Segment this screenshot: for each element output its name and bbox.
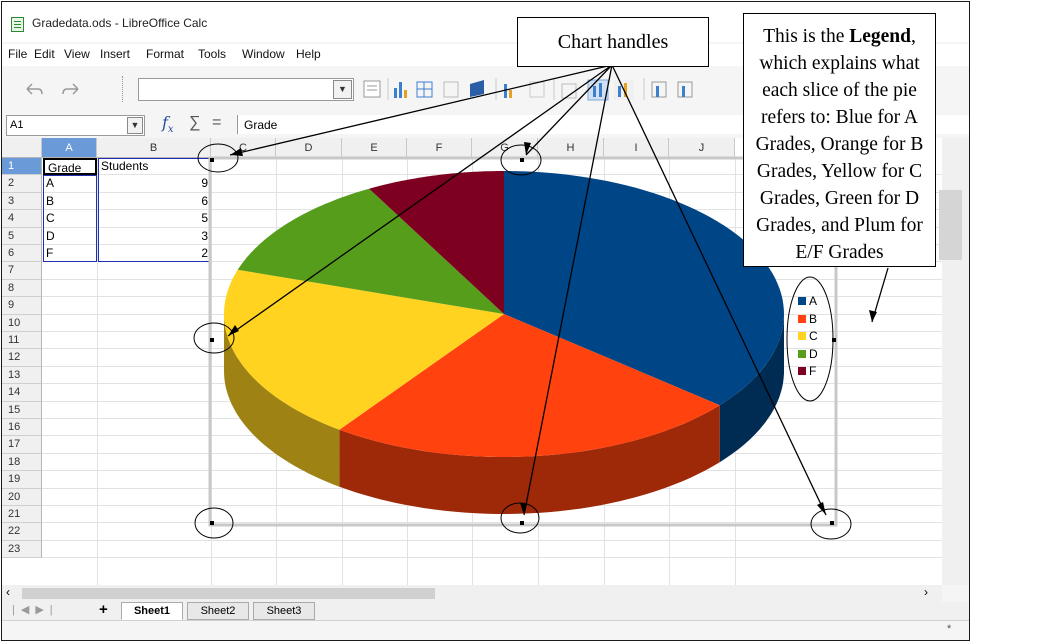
legend-label: C bbox=[809, 329, 818, 343]
legend-callout-text: , which explains what each slice of the … bbox=[755, 26, 924, 263]
legend-item-a: A bbox=[798, 294, 817, 308]
legend-callout: This is the Legend, which explains what … bbox=[743, 13, 936, 267]
legend-item-b: B bbox=[798, 312, 817, 326]
legend-item-f: F bbox=[798, 364, 816, 378]
chart-handles-callout: Chart handles bbox=[517, 17, 709, 67]
legend-item-c: C bbox=[798, 329, 818, 343]
legend-label: A bbox=[809, 294, 818, 308]
legend-callout-prefix: This is the bbox=[763, 26, 850, 47]
legend-swatch bbox=[798, 349, 806, 358]
legend-label: B bbox=[809, 311, 818, 326]
legend-callout-bold: Legend bbox=[849, 26, 911, 47]
legend-item-d: D bbox=[798, 347, 818, 361]
legend-swatch bbox=[798, 314, 806, 323]
legend-label: D bbox=[809, 346, 818, 361]
legend-swatch bbox=[798, 332, 806, 340]
legend-swatch bbox=[798, 297, 806, 305]
legend-swatch bbox=[798, 367, 806, 375]
legend-label: F bbox=[809, 364, 817, 378]
